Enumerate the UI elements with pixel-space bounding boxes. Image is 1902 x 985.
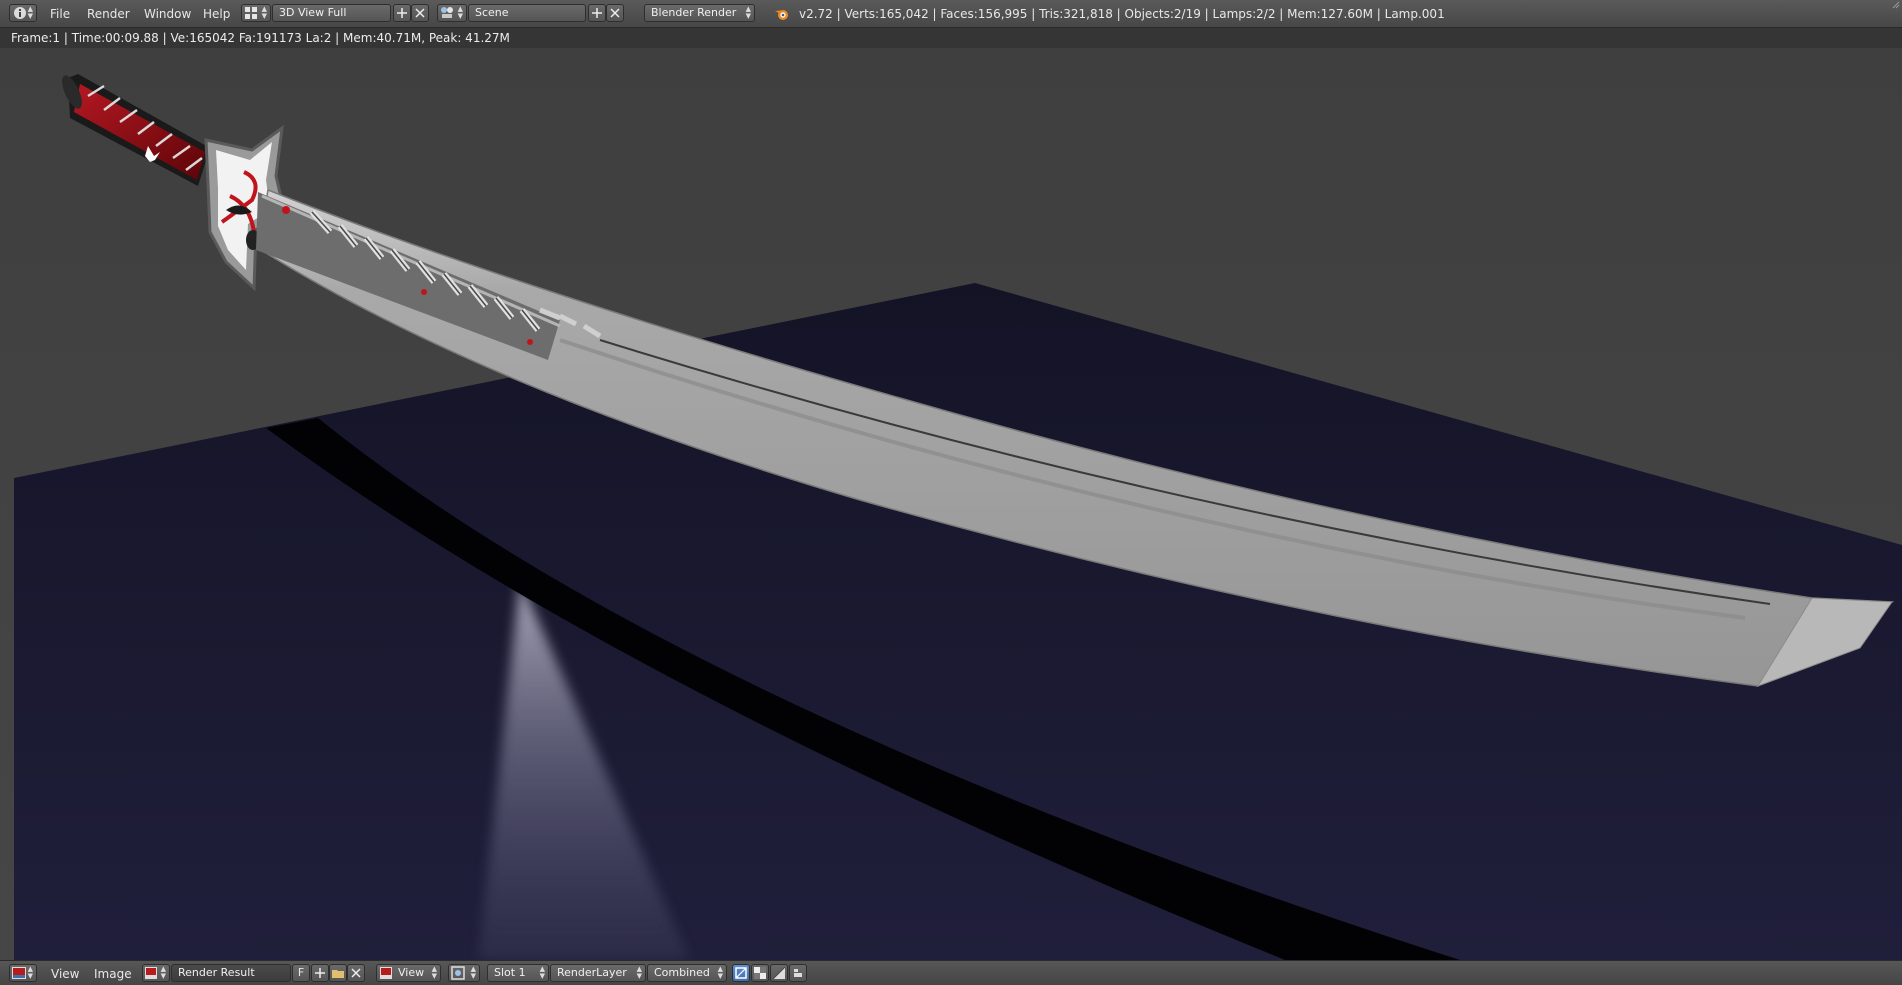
scene-browse-button[interactable]: ▲ ▼ bbox=[437, 4, 467, 22]
image-browse-button[interactable]: ▲ ▼ bbox=[142, 964, 170, 982]
x-icon bbox=[610, 8, 620, 18]
open-image-button[interactable] bbox=[329, 964, 347, 982]
image-editor-icon bbox=[12, 967, 26, 979]
render-result-image[interactable] bbox=[0, 48, 1902, 960]
ui-toggle-button[interactable] bbox=[789, 964, 807, 982]
alpha-checker-icon bbox=[754, 967, 766, 979]
unlink-image-button[interactable] bbox=[347, 964, 365, 982]
menu-help[interactable]: Help bbox=[203, 7, 230, 21]
render-pass-label: Combined bbox=[654, 966, 710, 979]
image-name-field[interactable]: Render Result bbox=[171, 964, 291, 982]
scene-icon bbox=[441, 7, 453, 18]
folder-icon bbox=[332, 970, 344, 978]
render-pass-dropdown[interactable]: Combined ▲ ▼ bbox=[647, 964, 727, 982]
editor-type-image-button[interactable]: ▲ ▼ bbox=[9, 964, 37, 982]
x-icon bbox=[415, 8, 425, 18]
scene-statistics: v2.72 | Verts:165,042 | Faces:156,995 | … bbox=[799, 7, 1445, 21]
add-screen-button[interactable] bbox=[393, 4, 411, 22]
view-mode-dropdown[interactable]: View ▲ ▼ bbox=[376, 964, 441, 982]
pin-image-button[interactable]: ▲ ▼ bbox=[448, 964, 480, 982]
fake-user-button[interactable]: F bbox=[292, 964, 310, 982]
chevron-updown-icon: ▲ ▼ bbox=[160, 965, 166, 980]
chevron-updown-icon: ▲ ▼ bbox=[457, 5, 463, 20]
chevron-updown-icon: ▲ ▼ bbox=[470, 965, 476, 980]
chevron-updown-icon: ▲ ▼ bbox=[431, 965, 437, 980]
view-mode-label: View bbox=[398, 966, 425, 979]
alpha-channel-button[interactable] bbox=[751, 964, 769, 982]
slot-dropdown[interactable]: Slot 1 ▲ ▼ bbox=[487, 964, 549, 982]
menu-image[interactable]: Image bbox=[94, 967, 132, 981]
menu-render[interactable]: Render bbox=[87, 7, 130, 21]
image-draw-icon bbox=[735, 967, 747, 979]
menu-view[interactable]: View bbox=[51, 967, 79, 981]
chevron-updown-icon: ▲ ▼ bbox=[745, 5, 751, 20]
delete-scene-button[interactable] bbox=[606, 4, 624, 22]
info-icon bbox=[14, 7, 26, 19]
render-layer-dropdown[interactable]: RenderLayer ▲ ▼ bbox=[550, 964, 646, 982]
info-header: ▲ ▼ File Render Window Help ▲ ▼ 3D View Fu… bbox=[0, 0, 1902, 28]
chevron-updown-icon: ▲ ▼ bbox=[261, 5, 267, 20]
render-layer-label: RenderLayer bbox=[557, 966, 627, 979]
pin-icon bbox=[451, 966, 465, 980]
menu-window[interactable]: Window bbox=[144, 7, 191, 21]
scene-field[interactable]: Scene bbox=[468, 4, 586, 22]
render-info-line: Frame:1 | Time:00:09.88 | Ve:165042 Fa:1… bbox=[0, 28, 1902, 48]
z-buffer-icon bbox=[773, 967, 785, 979]
plus-icon bbox=[315, 968, 325, 978]
add-scene-button[interactable] bbox=[588, 4, 606, 22]
image-editor-header: ▲ ▼ View Image ▲ ▼ Render Result F View ▲ ▼… bbox=[0, 960, 1902, 985]
editor-type-info-button[interactable]: ▲ ▼ bbox=[9, 4, 37, 22]
plus-icon bbox=[397, 8, 407, 18]
new-image-button[interactable] bbox=[311, 964, 329, 982]
x-icon bbox=[351, 968, 361, 978]
chevron-updown-icon: ▲ ▼ bbox=[539, 965, 545, 980]
chevron-updown-icon: ▲ ▼ bbox=[27, 5, 33, 20]
menu-file[interactable]: File bbox=[50, 7, 70, 21]
image-browse-icon bbox=[145, 967, 157, 979]
chevron-updown-icon: ▲ ▼ bbox=[636, 965, 642, 980]
render-engine-label: Blender Render bbox=[651, 6, 737, 19]
area-split-corner-icon[interactable] bbox=[1892, 1, 1900, 9]
render-engine-dropdown[interactable]: Blender Render ▲ ▼ bbox=[644, 4, 755, 22]
plus-icon bbox=[592, 8, 602, 18]
chevron-updown-icon: ▲ ▼ bbox=[27, 965, 33, 980]
screen-layout-icon bbox=[245, 7, 257, 19]
slot-label: Slot 1 bbox=[494, 966, 526, 979]
chevron-updown-icon: ▲ ▼ bbox=[717, 965, 723, 980]
view-icon bbox=[380, 967, 392, 979]
screen-layout-field[interactable]: 3D View Full bbox=[272, 4, 391, 22]
blender-logo-icon bbox=[775, 10, 788, 20]
draw-image-button[interactable] bbox=[732, 964, 750, 982]
z-buffer-button[interactable] bbox=[770, 964, 788, 982]
screen-layout-browse-button[interactable]: ▲ ▼ bbox=[241, 4, 271, 22]
delete-screen-button[interactable] bbox=[411, 4, 429, 22]
ui-icon bbox=[794, 969, 802, 977]
